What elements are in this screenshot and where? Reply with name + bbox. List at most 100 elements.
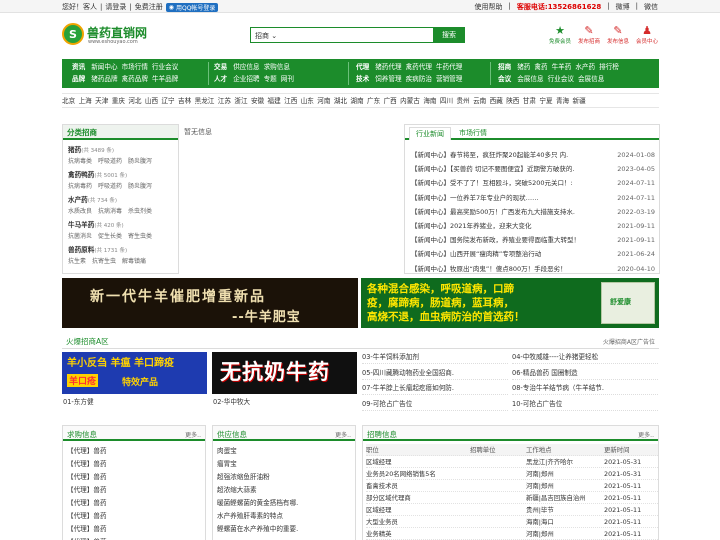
category-sub-link[interactable]: 肠炎腹泻 xyxy=(128,181,152,190)
news-title[interactable]: 【新闻中心】山西开展“瘦肉精”专项整治行动 xyxy=(411,250,541,258)
ad-text-slot[interactable]: 06-精品兽药 国圈制造 xyxy=(512,366,658,380)
category-sub-link[interactable]: 促生长类 xyxy=(98,231,122,240)
job-title[interactable]: 区域经理 xyxy=(366,504,392,516)
category-sub-link[interactable]: 水质改良 xyxy=(68,206,92,215)
category-sub-link[interactable]: 抗病毒药 xyxy=(68,181,92,190)
region-link[interactable]: 浙江 xyxy=(234,94,247,107)
nav-item[interactable]: 会展信息 xyxy=(517,73,543,85)
category-sub-link[interactable]: 抗寄生虫 xyxy=(92,256,116,265)
table-row[interactable]: 畜禽技术员 河南|郑州 2021-05-11 xyxy=(366,480,658,492)
search-input[interactable]: 招商 ⌄ xyxy=(250,27,434,43)
nav-item[interactable]: 牛药代理 xyxy=(436,61,462,73)
region-link[interactable]: 广东 xyxy=(367,94,380,107)
buy-list-item[interactable]: 【代理】兽药 xyxy=(67,536,205,540)
job-title[interactable]: 区域经理 xyxy=(366,456,392,468)
news-row[interactable]: 【新闻中心】牧原出“肉鬼”！傻点800万！手段恶劣！ 2020-04-10 xyxy=(411,263,655,276)
nav-item[interactable]: 市场行情 xyxy=(122,61,148,73)
news-title[interactable]: 【新闻中心】受不了了！互相殴斗，突破5200元关口！: xyxy=(411,179,573,187)
job-title[interactable]: 业务精英 xyxy=(366,528,392,540)
nav-item[interactable]: 行业会议 xyxy=(548,73,574,85)
search-category-select[interactable]: 招商 ⌄ xyxy=(255,31,277,41)
region-link[interactable]: 江西 xyxy=(284,94,297,107)
post-info-button[interactable]: ✎ 发布信息 xyxy=(606,25,630,46)
supply-list-item[interactable]: 水产养殖肝毒素的特点 xyxy=(217,510,355,523)
region-link[interactable]: 内蒙古 xyxy=(400,94,420,107)
category-name[interactable]: 兽药原料 xyxy=(68,246,94,254)
region-link[interactable]: 西藏 xyxy=(490,94,503,107)
news-row[interactable]: 【新闻中心】受不了了！互相殴斗，突破5200元关口！: 2024-07-11 xyxy=(411,177,655,190)
news-row[interactable]: 【新闻中心】一位养羊7年专业户的现状…… 2024-07-11 xyxy=(411,192,655,205)
news-title[interactable]: 【新闻中心】【买兽药 切记不要图便宜】近期警方破获的. xyxy=(411,165,574,173)
table-row[interactable]: 大型业务员 海南|海口 2021-05-11 xyxy=(366,516,658,528)
table-row[interactable]: 业务精英 河南|郑州 2021-05-11 xyxy=(366,528,658,540)
news-title[interactable]: 【新闻中心】春节将至，疯狂炸聚20起能羊40多只 内. xyxy=(411,151,568,159)
table-row[interactable]: 区域经理 黑龙江|齐齐哈尔 2021-05-31 xyxy=(366,456,658,468)
news-row[interactable]: 【新闻中心】2021年养猪业，迎来大变化 2021-09-11 xyxy=(411,220,655,233)
region-link[interactable]: 重庆 xyxy=(112,94,125,107)
help-link[interactable]: 使用帮助 xyxy=(475,2,503,12)
region-link[interactable]: 贵州 xyxy=(456,94,469,107)
ad-text-slot[interactable]: 07-牛羊脖上长瘤起疙瘩如何防. xyxy=(362,381,508,395)
nav-item[interactable]: 网刊 xyxy=(281,73,294,85)
nav-item[interactable]: 排行榜 xyxy=(599,61,619,73)
category-sub-link[interactable]: 抗生素 xyxy=(68,256,86,265)
category-name[interactable]: 禽药鸭药 xyxy=(68,171,94,179)
nav-item[interactable]: 营销管理 xyxy=(436,73,462,85)
category-sub-link[interactable]: 呼吸道药 xyxy=(98,156,122,165)
category-sub-link[interactable]: 杀虫剂类 xyxy=(128,206,152,215)
buy-list-item[interactable]: 【代理】兽药 xyxy=(67,445,205,458)
nav-item[interactable]: 水产药 xyxy=(575,61,595,73)
news-title[interactable]: 【新闻中心】牧原出“肉鬼”！傻点800万！手段恶劣！ xyxy=(411,265,567,273)
category-name[interactable]: 猪药 xyxy=(68,146,81,154)
news-row[interactable]: 【新闻中心】国务院发布新政，养殖业要得面临重大转型！ 2021-09-11 xyxy=(411,234,655,247)
table-row[interactable]: 业务员20名网络销售5名 河南|郑州 2021-05-31 xyxy=(366,468,658,480)
weixin-link[interactable]: 微信 xyxy=(644,2,658,12)
region-link[interactable]: 天津 xyxy=(95,94,108,107)
region-link[interactable]: 新疆 xyxy=(573,94,586,107)
ad-text-slot[interactable]: 08-专治牛羊结节病（牛羊结节. xyxy=(512,381,658,395)
nav-item[interactable]: 猪药品牌 xyxy=(91,73,117,85)
region-link[interactable]: 吉林 xyxy=(178,94,191,107)
job-title[interactable]: 部分区域代理商 xyxy=(366,492,411,504)
region-link[interactable]: 山西 xyxy=(145,94,158,107)
region-link[interactable]: 陕西 xyxy=(506,94,519,107)
region-link[interactable]: 湖南 xyxy=(350,94,363,107)
ad-text-slot[interactable]: 03-牛羊饲料添加剂 xyxy=(362,350,508,364)
banner-niuyang-feibao[interactable]: 新一代牛羊催肥增重新品 --牛羊肥宝 xyxy=(62,278,358,328)
job-title[interactable]: 畜禽技术员 xyxy=(366,480,398,492)
news-row[interactable]: 【新闻中心】春节将至，疯狂炸聚20起能羊40多只 内. 2024-01-08 xyxy=(411,149,655,162)
region-link[interactable]: 山东 xyxy=(301,94,314,107)
supply-list-item[interactable]: 超浓缩大蒜素 xyxy=(217,484,355,497)
region-link[interactable]: 辽宁 xyxy=(161,94,174,107)
region-link[interactable]: 江苏 xyxy=(218,94,231,107)
category-name[interactable]: 牛马羊药 xyxy=(68,221,94,229)
ad-caption-2[interactable]: 02-华中牧大 xyxy=(213,396,250,406)
login-link[interactable]: 请登录 xyxy=(105,2,126,12)
table-row[interactable]: 区域经理 贵州|毕节 2021-05-11 xyxy=(366,504,658,516)
weibo-link[interactable]: 微博 xyxy=(616,2,630,12)
region-link[interactable]: 青海 xyxy=(556,94,569,107)
ad-caption-1[interactable]: 01-东方健 xyxy=(63,396,94,406)
buy-list-item[interactable]: 【代理】兽药 xyxy=(67,523,205,536)
nav-item[interactable]: 求购信息 xyxy=(264,61,290,73)
tab-industry-news[interactable]: 行业新闻 xyxy=(409,127,451,140)
nav-item[interactable]: 专题 xyxy=(264,73,277,85)
category-sub-link[interactable]: 肠炎腹泻 xyxy=(128,156,152,165)
news-title[interactable]: 【新闻中心】国务院发布新政，养殖业要得面临重大转型！ xyxy=(411,236,580,244)
tab-market[interactable]: 市场行情 xyxy=(453,127,493,140)
post-investment-button[interactable]: ✎ 发布招商 xyxy=(577,25,601,46)
category-sub-link[interactable]: 呼吸道药 xyxy=(98,181,122,190)
region-link[interactable]: 甘肃 xyxy=(523,94,536,107)
qq-login-button[interactable]: ◉ 用QQ帐号登录 xyxy=(165,2,219,12)
category-sub-link[interactable]: 抗病毒类 xyxy=(68,156,92,165)
nav-item[interactable]: 饲养管理 xyxy=(375,73,401,85)
region-link[interactable]: 湖北 xyxy=(334,94,347,107)
nav-item[interactable]: 牛羊品牌 xyxy=(152,73,178,85)
supply-list-item[interactable]: 暖菌鲣螺菌的黄金搭档有哪. xyxy=(217,497,355,510)
buy-more-link[interactable]: 更多.. xyxy=(185,430,201,439)
free-member-button[interactable]: ★ 免费会员 xyxy=(548,25,572,46)
nav-item[interactable]: 新闻中心 xyxy=(91,61,117,73)
ad-text-slot[interactable]: 09-可抢占广告位 xyxy=(362,397,508,411)
ad-image-2[interactable]: 无抗奶牛药 xyxy=(212,352,357,394)
news-title[interactable]: 【新闻中心】2021年养猪业，迎来大变化 xyxy=(411,222,532,230)
